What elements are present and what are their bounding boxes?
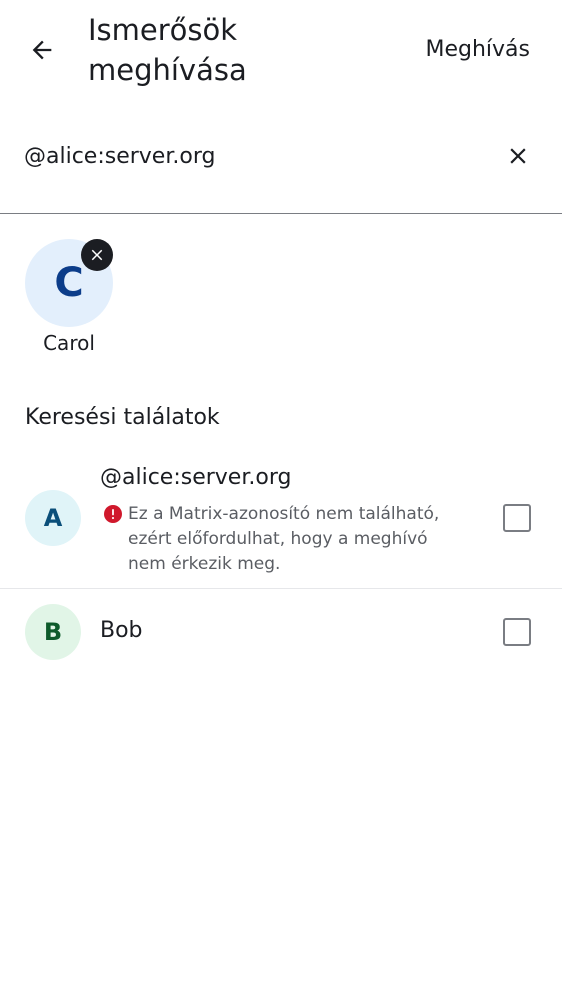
- list-item[interactable]: B Bob: [0, 590, 562, 676]
- search-field: [0, 110, 562, 214]
- page-title: Ismerősök meghívása: [88, 13, 247, 87]
- search-input[interactable]: [24, 136, 474, 176]
- invite-button[interactable]: Meghívás: [426, 32, 531, 68]
- result-name: @alice:server.org: [100, 465, 292, 490]
- search-divider: [0, 213, 562, 214]
- select-checkbox[interactable]: [503, 618, 531, 646]
- error-icon: [104, 505, 122, 523]
- avatar: A: [25, 490, 81, 546]
- avatar: B: [25, 604, 81, 660]
- remove-selected-button[interactable]: [81, 239, 113, 271]
- back-button[interactable]: [18, 26, 66, 74]
- search-results-heading: Keresési találatok: [25, 405, 220, 430]
- top-app-bar: Ismerősök meghívása Meghívás: [0, 0, 562, 100]
- list-divider: [0, 588, 562, 589]
- list-item[interactable]: A @alice:server.org Ez a Matrix-azonosít…: [0, 452, 562, 588]
- close-icon: [91, 249, 103, 261]
- selected-user-carol: C Carol: [24, 238, 114, 358]
- invite-friends-screen: Ismerősök meghívása Meghívás C Carol Ker…: [0, 0, 562, 1000]
- clear-search-button[interactable]: [496, 134, 540, 178]
- warning-text: Ez a Matrix-azonosító nem található, ezé…: [128, 504, 440, 574]
- select-checkbox[interactable]: [503, 504, 531, 532]
- close-icon: [510, 148, 526, 164]
- arrow-back-icon: [32, 40, 52, 60]
- result-name: Bob: [100, 618, 143, 643]
- selected-user-name: Carol: [43, 331, 95, 355]
